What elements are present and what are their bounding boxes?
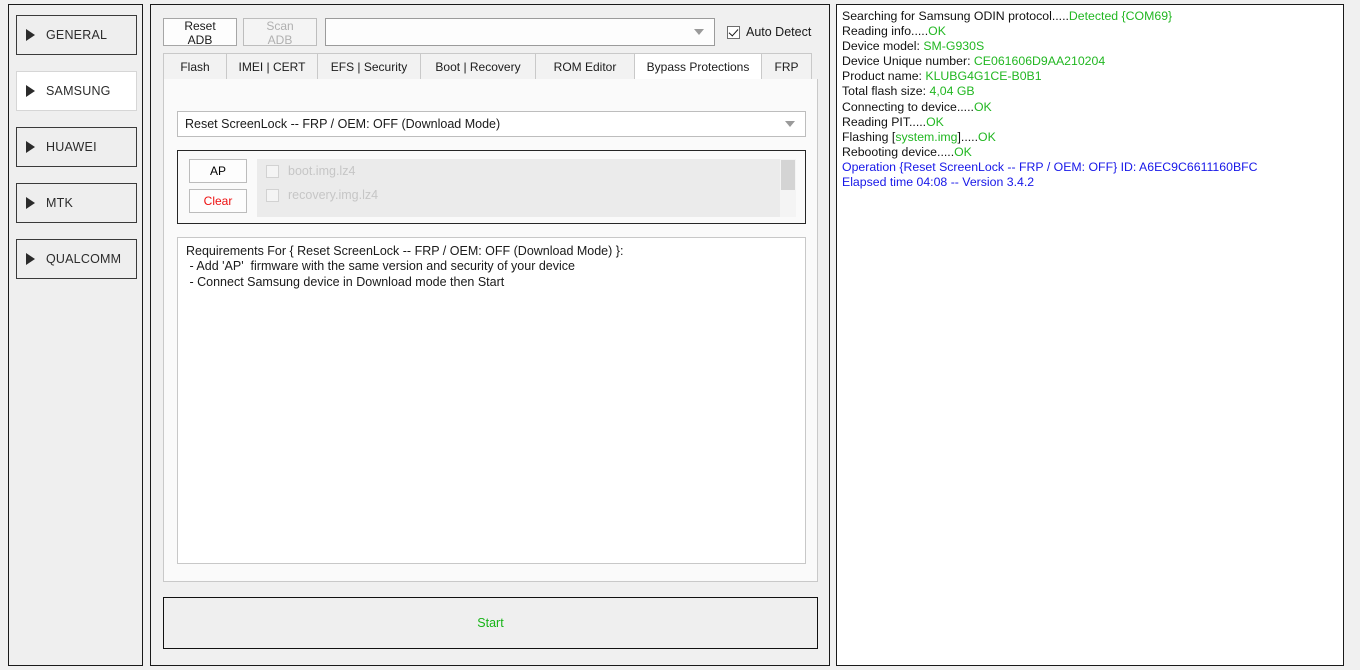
log-segment: Total flash size:	[842, 84, 930, 99]
log-segment: Operation {Reset ScreenLock -- FRP / OEM…	[842, 159, 1258, 174]
firmware-file-list[interactable]: boot.img.lz4 recovery.img.lz4	[257, 159, 796, 217]
log-segment: SM-G930S	[923, 39, 985, 54]
log-segment: Elapsed time 04:08 -- Version 3.4.2	[842, 175, 1035, 190]
clear-button[interactable]: Clear	[189, 189, 247, 213]
log-segment: Reading PIT.....	[842, 114, 927, 129]
log-line: Operation {Reset ScreenLock -- FRP / OEM…	[842, 160, 1338, 175]
sidebar-item-label: QUALCOMM	[46, 252, 122, 266]
log-line: Reading PIT.....OK	[842, 115, 1338, 130]
sidebar-item-label: HUAWEI	[46, 140, 97, 154]
log-segment: ].....	[957, 129, 979, 144]
firmware-buttons: AP Clear	[189, 159, 247, 213]
log-segment: KLUBG4G1CE-B0B1	[925, 69, 1042, 84]
log-line: Searching for Samsung ODIN protocol.....…	[842, 9, 1338, 24]
log-output[interactable]: Searching for Samsung ODIN protocol.....…	[836, 4, 1344, 666]
log-segment: CE061606D9AA210204	[973, 54, 1106, 69]
checkbox-icon[interactable]	[266, 188, 279, 202]
log-segment: Searching for Samsung ODIN protocol.....	[842, 9, 1069, 23]
requirements-line: - Connect Samsung device in Download mod…	[186, 274, 505, 289]
operation-select[interactable]: Reset ScreenLock -- FRP / OEM: OFF (Down…	[177, 111, 806, 137]
device-select[interactable]	[325, 18, 715, 46]
log-segment: Flashing [	[842, 129, 896, 144]
log-segment: Device model:	[842, 39, 924, 54]
log-segment: OK	[928, 24, 946, 39]
log-line: Device model: SM-G930S	[842, 39, 1338, 54]
tab-imei-cert[interactable]: IMEI | CERT	[226, 53, 318, 79]
log-line: Reading info.....OK	[842, 24, 1338, 39]
tab-panel-bypass-protections: Reset ScreenLock -- FRP / OEM: OFF (Down…	[163, 79, 818, 582]
log-segment: Device Unique number:	[842, 54, 974, 69]
auto-detect-checkbox[interactable]: Auto Detect	[727, 25, 811, 39]
log-line: Rebooting device.....OK	[842, 145, 1338, 160]
tab-boot-recovery[interactable]: Boot | Recovery	[420, 53, 536, 79]
log-segment: OK	[954, 144, 972, 159]
firmware-file-row[interactable]: recovery.img.lz4	[257, 183, 796, 207]
requirements-line: Requirements For { Reset ScreenLock -- F…	[186, 244, 624, 258]
firmware-list-scrollbar[interactable]	[780, 159, 796, 217]
operation-select-value: Reset ScreenLock -- FRP / OEM: OFF (Down…	[185, 117, 501, 131]
sidebar-item-label: MTK	[46, 196, 73, 210]
log-segment: Rebooting device.....	[842, 144, 955, 159]
tab-flash[interactable]: Flash	[163, 53, 227, 79]
tab-efs-security[interactable]: EFS | Security	[317, 53, 421, 79]
triangle-right-icon	[26, 141, 35, 153]
tab-frp[interactable]: FRP	[761, 53, 812, 79]
main-panel: Reset ADB Scan ADB Auto Detect Flash IMEI…	[150, 4, 830, 666]
sidebar: GENERAL SAMSUNG HUAWEI MTK QUALCOMM	[8, 4, 143, 666]
application-window: GENERAL SAMSUNG HUAWEI MTK QUALCOMM Reset AD…	[0, 0, 1360, 670]
chevron-down-icon	[694, 29, 704, 35]
triangle-right-icon	[26, 85, 35, 97]
triangle-right-icon	[26, 29, 35, 41]
log-line: Elapsed time 04:08 -- Version 3.4.2	[842, 175, 1338, 190]
sidebar-item-label: GENERAL	[46, 28, 108, 42]
log-line: Flashing [system.img].....OK	[842, 130, 1338, 145]
tab-rom-editor[interactable]: ROM Editor	[535, 53, 635, 79]
log-segment: Reading info.....	[842, 24, 929, 39]
sidebar-item-mtk[interactable]: MTK	[16, 183, 137, 223]
sidebar-item-huawei[interactable]: HUAWEI	[16, 127, 137, 167]
log-line: Connecting to device.....OK	[842, 100, 1338, 115]
firmware-file-row[interactable]: boot.img.lz4	[257, 159, 796, 183]
toolbar: Reset ADB Scan ADB Auto Detect	[163, 18, 811, 47]
log-segment: Detected {COM69}	[1068, 9, 1173, 23]
requirements-line: - Add 'AP' firmware with the same versio…	[186, 259, 575, 274]
log-segment: OK	[973, 99, 992, 114]
sidebar-item-samsung[interactable]: SAMSUNG	[16, 71, 137, 111]
sidebar-item-general[interactable]: GENERAL	[16, 15, 137, 55]
auto-detect-label: Auto Detect	[746, 25, 812, 39]
ap-button[interactable]: AP	[189, 159, 247, 183]
firmware-group: AP Clear boot.img.lz4 recovery.img.lz4	[177, 150, 806, 224]
log-segment: OK	[978, 129, 996, 144]
log-segment: system.img	[895, 129, 958, 144]
checkmark-icon	[727, 25, 740, 39]
log-line: Total flash size: 4,04 GB	[842, 84, 1338, 99]
requirements-textbox: Requirements For { Reset ScreenLock -- F…	[177, 237, 806, 564]
scan-adb-button[interactable]: Scan ADB	[243, 18, 317, 47]
log-segment: OK	[926, 114, 944, 129]
sidebar-item-qualcomm[interactable]: QUALCOMM	[16, 239, 137, 279]
log-segment: Connecting to device.....	[842, 99, 974, 114]
reset-adb-button[interactable]: Reset ADB	[163, 18, 237, 47]
tab-bar: Flash IMEI | CERT EFS | Security Boot | Rec…	[163, 53, 818, 80]
firmware-file-name: recovery.img.lz4	[288, 188, 379, 202]
log-segment: 4,04 GB	[929, 84, 975, 99]
firmware-file-name: boot.img.lz4	[288, 164, 356, 178]
log-line: Product name: KLUBG4G1CE-B0B1	[842, 69, 1338, 84]
chevron-down-icon	[785, 121, 795, 127]
sidebar-item-label: SAMSUNG	[46, 84, 111, 98]
start-button[interactable]: Start	[163, 597, 818, 649]
tab-bypass-protections[interactable]: Bypass Protections	[634, 53, 762, 79]
triangle-right-icon	[26, 253, 35, 265]
log-line: Device Unique number: CE061606D9AA210204	[842, 54, 1338, 69]
log-segment: Product name:	[842, 69, 926, 84]
checkbox-icon[interactable]	[266, 164, 279, 178]
triangle-right-icon	[26, 197, 35, 209]
scrollbar-thumb[interactable]	[781, 160, 795, 190]
